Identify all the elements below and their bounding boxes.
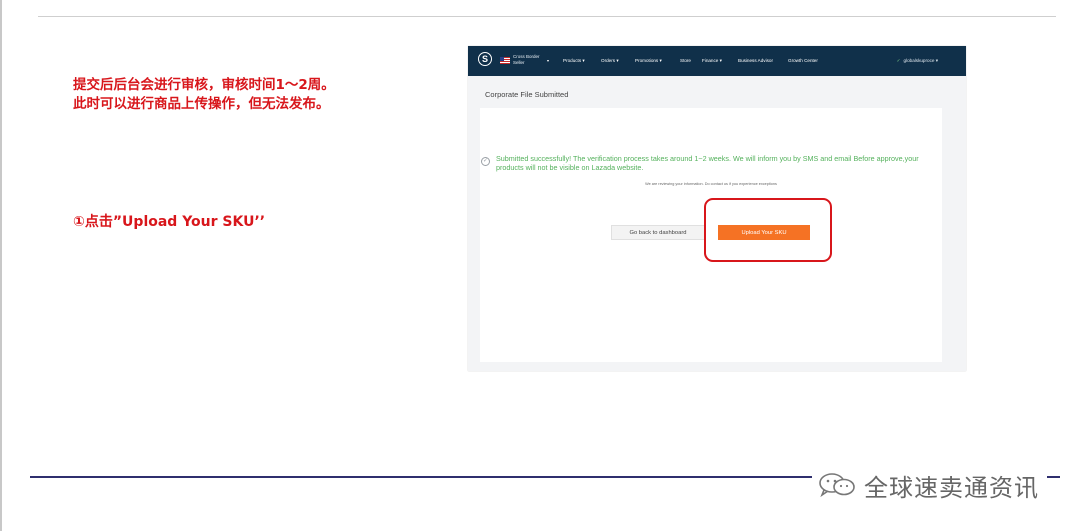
caret-down-icon: ▾ — [547, 58, 550, 63]
nav-orders[interactable]: Orders ▾ — [601, 58, 619, 64]
note-line-2: 此时可以进行商品上传操作，但无法发布。 — [73, 96, 330, 112]
user-menu[interactable]: ✓ globalskuproce ▾ — [897, 58, 938, 64]
top-navbar: S Cross Border Seller ▾ Products ▾ Order… — [468, 46, 966, 76]
wechat-icon — [819, 473, 855, 498]
highlight-circle — [704, 198, 832, 262]
step-instruction: ①点击”Upload Your SKU’’ — [73, 214, 266, 230]
top-divider — [38, 16, 1056, 17]
nav-products[interactable]: Products ▾ — [563, 58, 585, 64]
nav-growth-center[interactable]: Growth Center — [788, 58, 818, 63]
nav-finance[interactable]: Finance ▾ — [702, 58, 722, 64]
watermark: 全球速卖通资讯 — [812, 468, 1047, 502]
review-note: We are reviewing your information. Do co… — [645, 182, 777, 186]
watermark-text: 全球速卖通资讯 — [864, 473, 1039, 502]
nav-promotions[interactable]: Promotions ▾ — [635, 58, 662, 64]
seller-center-logo[interactable]: S — [478, 52, 492, 66]
success-message: Submitted successfully! The verification… — [496, 154, 919, 172]
nav-business-advisor[interactable]: Business Advisor — [738, 58, 773, 63]
note-line-1: 提交后后台会进行审核，审核时间1～2周。 — [73, 77, 335, 93]
nav-store[interactable]: Store — [680, 58, 691, 63]
instruction-note: 提交后后台会进行审核，审核时间1～2周。 此时可以进行商品上传操作，但无法发布。 — [73, 76, 403, 114]
left-border — [0, 0, 2, 531]
seller-type-line-2: Seller — [513, 60, 525, 65]
check-icon: ✓ — [896, 58, 901, 63]
user-name: globalskuproce ▾ — [903, 58, 938, 63]
go-back-dashboard-button[interactable]: Go back to dashboard — [611, 225, 705, 240]
us-flag-icon — [500, 57, 510, 64]
seller-type-selector[interactable]: Cross Border Seller — [513, 54, 540, 66]
page-title: Corporate File Submitted — [485, 90, 569, 99]
success-check-icon: ✓ — [481, 157, 490, 166]
